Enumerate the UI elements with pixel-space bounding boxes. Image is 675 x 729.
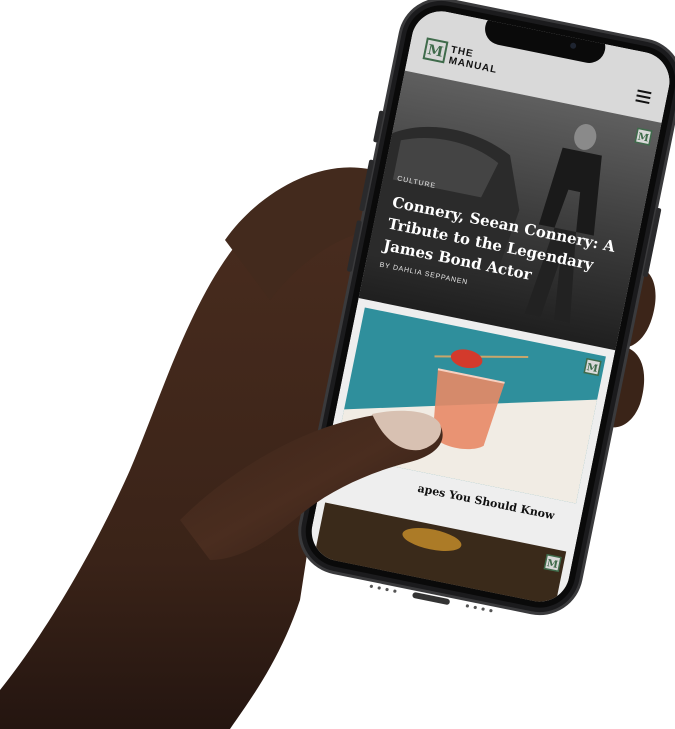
- screen: M THE MANUAL M CULTURE Connery, Seean Co…: [306, 6, 675, 607]
- next-card-badge-letter: M: [546, 558, 559, 571]
- card-badge-letter: M: [586, 362, 599, 375]
- hero-badge-letter: M: [637, 132, 650, 145]
- phone: M THE MANUAL M CULTURE Connery, Seean Co…: [298, 0, 675, 616]
- logo-letter: M: [426, 42, 444, 61]
- scene: M THE MANUAL M CULTURE Connery, Seean Co…: [0, 0, 675, 729]
- phone-in-hand-illustration: M THE MANUAL M CULTURE Connery, Seean Co…: [0, 0, 675, 729]
